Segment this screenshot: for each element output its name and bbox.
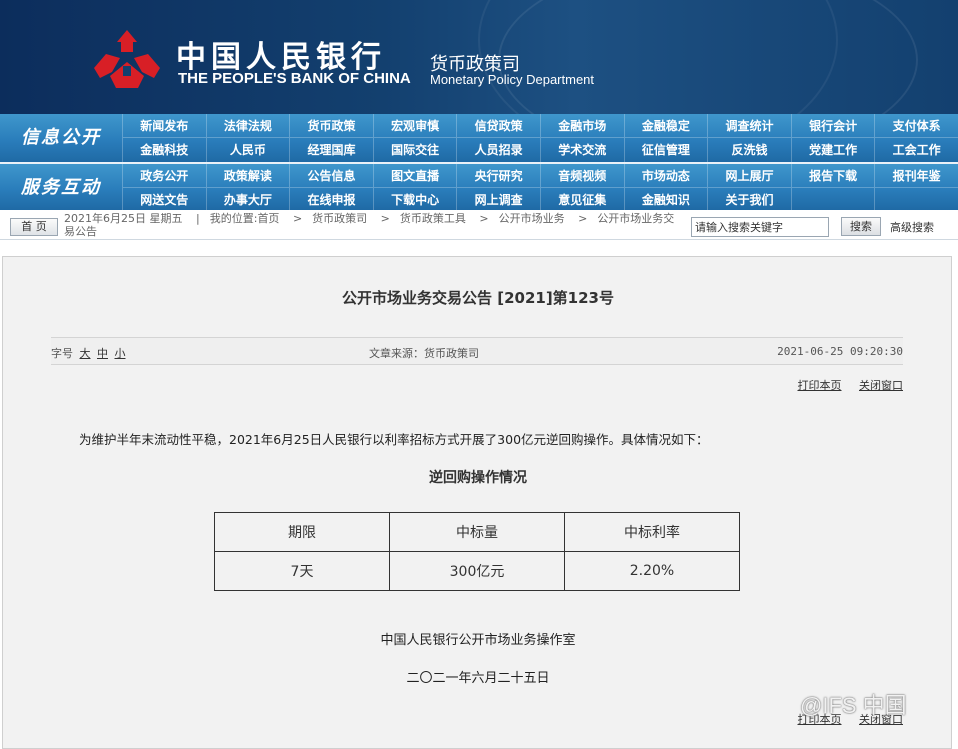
nav-item[interactable]: 央行研究 (456, 164, 540, 188)
main-navigation: 信息公开 新闻发布 法律法规 货币政策 宏观审慎 信贷政策 金融市场 金融稳定 调查统计 银行会… (0, 114, 958, 212)
article-title: 公开市场业务交易公告 [2021]第123号 (342, 289, 614, 307)
nav-item[interactable]: 关于我们 (707, 188, 791, 212)
nav-item[interactable]: 报告下载 (790, 164, 875, 188)
font-size-small-link[interactable]: 小 (115, 347, 126, 360)
breadcrumb-separator: > (380, 212, 390, 225)
breadcrumb-bar: 首 页 2021年6月25日 星期五 | 我的位置:首页 > 货币政策司 > 货币政策… (0, 210, 958, 240)
nav-item[interactable]: 公告信息 (289, 164, 373, 188)
nav-section-info: 信息公开 新闻发布 法律法规 货币政策 宏观审慎 信贷政策 金融市场 金融稳定 调查统计 银行会… (0, 114, 958, 162)
article-tools-top: 打印本页 关闭窗口 (784, 377, 904, 393)
nav-item[interactable]: 支付体系 (874, 114, 958, 138)
banner-decoration (478, 0, 838, 114)
nav-item[interactable]: 网上展厅 (707, 164, 791, 188)
nav-section-service: 服务互动 政务公开 政策解读 公告信息 图文直播 央行研究 音频视频 市场动态 网上展厅 报告下… (0, 162, 958, 212)
nav-item[interactable]: 在线申报 (289, 188, 373, 212)
table-header-cell: 中标量 (389, 512, 565, 552)
search-button[interactable]: 搜索 (841, 217, 881, 236)
nav-item[interactable]: 货币政策 (289, 114, 373, 138)
nav-item[interactable]: 信贷政策 (456, 114, 540, 138)
nav-item[interactable]: 下载中心 (372, 188, 457, 212)
nav-item[interactable]: 法律法规 (205, 114, 290, 138)
location-label: 我的位置: (209, 212, 258, 225)
nav-item (874, 188, 958, 212)
nav-item[interactable]: 金融知识 (623, 188, 708, 212)
breadcrumb: 2021年6月25日 星期五 | 我的位置:首页 > 货币政策司 > 货币政策工具 >… (64, 212, 692, 238)
font-size-medium-link[interactable]: 中 (97, 347, 108, 360)
nav-grid-service: 政务公开 政策解读 公告信息 图文直播 央行研究 音频视频 市场动态 网上展厅 报告下载 报刊年鉴… (122, 164, 958, 212)
home-button[interactable]: 首 页 (10, 218, 58, 236)
reverse-repo-table: 期限 中标量 中标利率 7天 300亿元 2.20% (214, 512, 740, 591)
nav-item[interactable]: 新闻发布 (122, 114, 206, 138)
nav-item[interactable]: 政务公开 (122, 164, 206, 188)
font-size-large-link[interactable]: 大 (80, 347, 91, 360)
nav-item[interactable]: 银行会计 (790, 114, 875, 138)
table-cell-term: 7天 (214, 551, 390, 591)
breadcrumb-item-tools[interactable]: 货币政策工具 (400, 212, 466, 225)
nav-item[interactable]: 宏观审慎 (372, 114, 457, 138)
advanced-search-link[interactable]: 高级搜索 (890, 219, 934, 235)
header-banner: 中国人民银行 THE PEOPLE'S BANK OF CHINA 货币政策司 … (0, 0, 958, 114)
breadcrumb-separator: | (196, 212, 200, 225)
nav-item[interactable]: 调查统计 (707, 114, 791, 138)
nav-item[interactable]: 人员招录 (456, 138, 540, 162)
nav-item[interactable]: 金融科技 (122, 138, 206, 162)
breadcrumb-item-home[interactable]: 首页 (257, 212, 279, 225)
department-name-en: Monetary Policy Department (430, 72, 595, 87)
breadcrumb-item-current[interactable]: 公开市场业务交 (597, 212, 674, 225)
breadcrumb-item-dept[interactable]: 货币政策司 (312, 212, 367, 225)
nav-item[interactable]: 党建工作 (790, 138, 875, 162)
watermark: @IFS 中国 (800, 693, 907, 718)
breadcrumb-separator: > (479, 212, 489, 225)
signature-organization: 中国人民银行公开市场业务操作室 (380, 633, 576, 648)
bank-name-en: THE PEOPLE'S BANK OF CHINA (178, 70, 411, 87)
font-size-selector: 字号 大 中 小 (51, 345, 126, 361)
nav-item[interactable]: 反洗钱 (707, 138, 791, 162)
nav-item[interactable]: 网上调查 (456, 188, 540, 212)
article-intro: 为维护半年末流动性平稳，2021年6月25日人民银行以利率招标方式开展了300亿… (79, 432, 709, 447)
breadcrumb-separator: > (578, 212, 588, 225)
nav-grid-info: 新闻发布 法律法规 货币政策 宏观审慎 信贷政策 金融市场 金融稳定 调查统计 银行会计 支付体系… (122, 114, 958, 162)
table-cell-rate: 2.20% (564, 551, 740, 591)
nav-item[interactable]: 工会工作 (874, 138, 958, 162)
nav-item[interactable]: 国际交往 (372, 138, 457, 162)
nav-item[interactable]: 金融市场 (539, 114, 624, 138)
table-title: 逆回购操作情况 (429, 470, 527, 486)
nav-item[interactable]: 学术交流 (539, 138, 624, 162)
search-input[interactable] (691, 217, 829, 237)
table-header-row: 期限 中标量 中标利率 (214, 512, 740, 552)
nav-item[interactable]: 音频视频 (539, 164, 624, 188)
table-header-cell: 期限 (214, 512, 390, 552)
table-header-cell: 中标利率 (564, 512, 740, 552)
nav-item[interactable]: 报刊年鉴 (874, 164, 958, 188)
nav-item (790, 188, 875, 212)
nav-item[interactable]: 市场动态 (623, 164, 708, 188)
nav-item[interactable]: 金融稳定 (623, 114, 708, 138)
article-datetime: 2021-06-25 09:20:30 (777, 345, 903, 358)
nav-item[interactable]: 人民币 (205, 138, 290, 162)
pboc-logo-icon (94, 30, 160, 88)
nav-item[interactable]: 征信管理 (623, 138, 708, 162)
table-cell-amount: 300亿元 (389, 551, 565, 591)
nav-section-label: 信息公开 (21, 127, 101, 148)
breadcrumb-item-omo[interactable]: 公开市场业务 (499, 212, 565, 225)
font-size-label: 字号 (51, 347, 73, 360)
article-source: 文章来源：货币政策司 (369, 347, 479, 360)
breadcrumb-separator: > (292, 212, 303, 225)
article-meta-bar: 字号 大 中 小 文章来源：货币政策司 2021-06-25 09:20:30 (51, 337, 903, 365)
current-date: 2021年6月25日 星期五 (64, 212, 183, 225)
nav-item[interactable]: 意见征集 (539, 188, 624, 212)
article-panel: 公开市场业务交易公告 [2021]第123号 字号 大 中 小 文章来源：货币政… (2, 256, 952, 749)
nav-item[interactable]: 经理国库 (289, 138, 373, 162)
table-row: 7天 300亿元 2.20% (214, 551, 740, 591)
nav-section-label: 服务互动 (21, 177, 101, 198)
print-page-link[interactable]: 打印本页 (798, 379, 842, 392)
close-window-link[interactable]: 关闭窗口 (859, 379, 903, 392)
nav-item[interactable]: 网送文告 (122, 188, 206, 212)
nav-item[interactable]: 办事大厅 (205, 188, 290, 212)
breadcrumb-item-current-wrap[interactable]: 易公告 (64, 225, 97, 238)
nav-item[interactable]: 政策解读 (205, 164, 290, 188)
signature-date: 二〇二一年六月二十五日 (406, 671, 550, 686)
nav-item[interactable]: 图文直播 (372, 164, 457, 188)
